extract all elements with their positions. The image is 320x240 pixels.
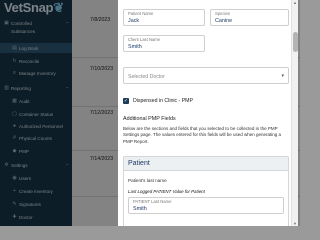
patient-name-field[interactable]: Patient Name Jack	[123, 9, 205, 26]
patient-last-name-input[interactable]: PATIENT Last Name Smith	[128, 197, 284, 214]
dispensed-in-clinic-label: Dispensed in Clinic - PMP	[133, 98, 193, 104]
additional-pmp-fields-description: Below are the sections and fields that y…	[123, 126, 282, 144]
client-last-name-value: Smith	[128, 44, 142, 50]
client-last-name-label: Client Last Name	[128, 37, 161, 42]
additional-pmp-fields-title: Additional PMP Fields	[123, 116, 176, 122]
pmp-modal: Patient Name Jack Species Canine Client …	[118, 0, 298, 226]
selected-doctor-select[interactable]: Selected Doctor ▾	[123, 67, 289, 84]
patient-last-name-label: Patient's last name	[128, 178, 167, 183]
patient-last-name-input-label: PATIENT Last Name	[133, 199, 172, 204]
scroll-up-arrow-icon[interactable]: ▲	[293, 0, 297, 5]
scroll-down-arrow-icon[interactable]: ▼	[293, 221, 297, 226]
patient-name-value: Jack	[128, 18, 140, 24]
patient-last-name-input-value: Smith	[133, 206, 147, 212]
species-label: Species	[215, 11, 230, 16]
patient-name-label: Patient Name	[128, 11, 154, 16]
modal-scrollbar[interactable]: ▲ ▼	[291, 0, 298, 226]
patient-section-title: Patient	[128, 160, 150, 167]
species-value[interactable]: Canine	[215, 18, 232, 24]
dispensed-in-clinic-checkbox[interactable]: ✓	[123, 98, 129, 104]
selected-doctor-placeholder: Selected Doctor	[128, 74, 165, 80]
patient-section: Patient Patient's last name Last Logged …	[123, 156, 289, 226]
chevron-down-icon: ▾	[281, 73, 284, 79]
species-field[interactable]: Species Canine	[210, 9, 289, 26]
last-logged-patient-value-label: Last Logged PATIENT Value for Patient	[128, 189, 205, 194]
patient-section-header: Patient	[124, 157, 288, 171]
scrollbar-thumb[interactable]	[293, 32, 298, 52]
client-last-name-field[interactable]: Client Last Name Smith	[123, 35, 205, 52]
